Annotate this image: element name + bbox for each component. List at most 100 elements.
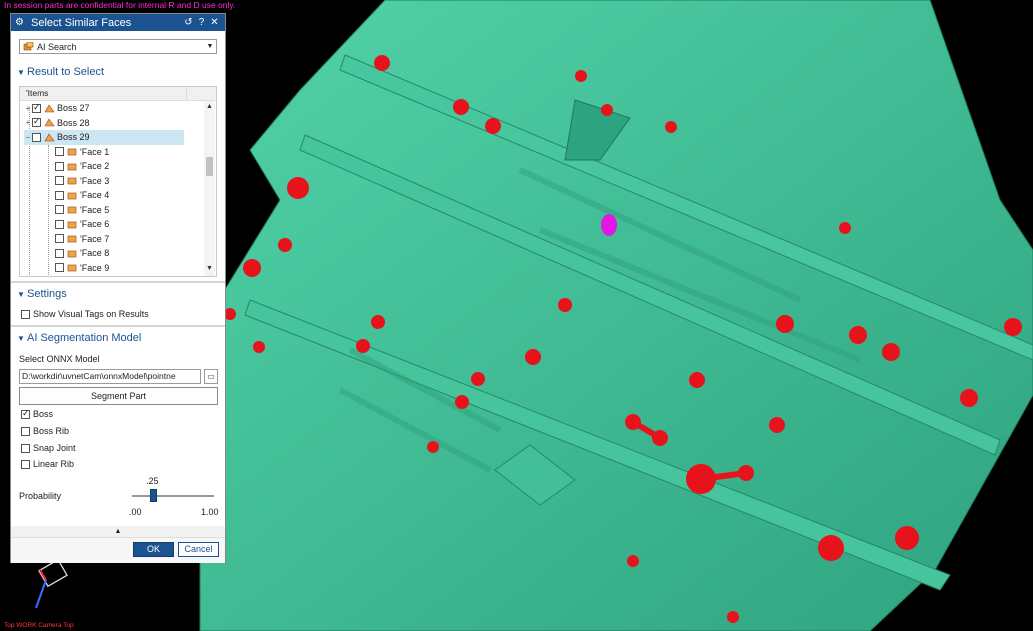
reset-icon[interactable]: ↺ <box>182 17 195 28</box>
boss-marker[interactable] <box>1004 318 1022 336</box>
more-options-bar[interactable]: ▲ <box>11 526 225 537</box>
tree-scrollbar[interactable]: ▲ ▼ <box>204 101 215 276</box>
tree-row-label: 'Face 6 <box>80 219 110 230</box>
boss-marker[interactable] <box>253 341 265 353</box>
boss-marker[interactable] <box>882 343 900 361</box>
collapse-icon[interactable]: ▼ <box>15 290 27 299</box>
checkbox[interactable] <box>55 219 64 229</box>
tree-row-face-7[interactable]: 'Face 7 <box>55 232 109 247</box>
collapse-icon[interactable]: − <box>24 133 32 142</box>
onnx-path-field[interactable]: D:\workdir\uvnetCam\onnxModel\pointne <box>19 369 201 384</box>
boss-marker[interactable] <box>575 70 587 82</box>
boss-marker[interactable] <box>727 611 739 623</box>
boss-marker[interactable] <box>769 417 785 433</box>
checkbox[interactable] <box>32 116 41 128</box>
class-linear-rib-checkbox[interactable]: Linear Rib <box>21 459 74 469</box>
face-icon <box>67 235 77 243</box>
checkbox[interactable] <box>55 234 64 244</box>
boss-marker[interactable] <box>427 441 439 453</box>
expand-icon[interactable]: + <box>24 104 32 113</box>
tree-row-face-6[interactable]: 'Face 6 <box>55 217 109 232</box>
segmentation-section-header[interactable]: ▼ AI Segmentation Model <box>11 332 225 344</box>
checkbox[interactable] <box>55 161 64 171</box>
result-tree[interactable]: 'Items + Boss 27 + Boss 28 − Boss 29 'Fa… <box>19 86 217 277</box>
tree-row-boss-27[interactable]: + Boss 27 <box>24 101 90 116</box>
gear-icon[interactable]: ⚙ <box>15 17 27 28</box>
tree-row-face-8[interactable]: 'Face 8 <box>55 246 109 261</box>
boss-marker[interactable] <box>471 372 485 386</box>
boss-marker[interactable] <box>960 389 978 407</box>
boss-marker[interactable] <box>278 238 292 252</box>
checkbox[interactable] <box>32 102 41 113</box>
boss-marker[interactable] <box>665 121 677 133</box>
class-snap-joint-checkbox[interactable]: Snap Joint <box>21 443 76 453</box>
class-boss-checkbox[interactable]: Boss <box>21 408 53 419</box>
result-section-title: Result to Select <box>27 66 105 78</box>
boss-marker[interactable] <box>776 315 794 333</box>
boss-marker[interactable] <box>627 555 639 567</box>
class-boss-rib-checkbox[interactable]: Boss Rib <box>21 426 69 436</box>
boss-feature-icon <box>44 118 55 127</box>
settings-section-header[interactable]: ▼ Settings <box>11 288 225 300</box>
tree-row-face-4[interactable]: 'Face 4 <box>55 188 109 203</box>
cancel-button[interactable]: Cancel <box>178 542 219 557</box>
checkbox[interactable] <box>55 147 64 157</box>
selected-boss-face[interactable] <box>601 214 617 236</box>
expand-icon[interactable]: + <box>24 118 32 127</box>
help-icon[interactable]: ? <box>195 17 208 28</box>
boss-marker[interactable] <box>374 55 390 71</box>
checkbox[interactable] <box>55 263 64 273</box>
checkbox[interactable] <box>55 248 64 258</box>
tree-row-boss-29[interactable]: − Boss 29 <box>24 130 184 145</box>
close-icon[interactable]: ✕ <box>208 17 221 28</box>
chevron-down-icon[interactable]: ▼ <box>204 43 216 50</box>
collapse-icon[interactable]: ▼ <box>15 68 27 77</box>
checkbox[interactable] <box>21 459 30 469</box>
scroll-thumb[interactable] <box>206 157 213 176</box>
boss-marker[interactable] <box>849 326 867 344</box>
collapse-icon[interactable]: ▼ <box>15 334 27 343</box>
boss-marker[interactable] <box>455 395 469 409</box>
checkbox[interactable] <box>21 408 30 419</box>
boss-marker[interactable] <box>689 372 705 388</box>
boss-marker[interactable] <box>287 177 309 199</box>
dialog-title: Select Similar Faces <box>31 16 132 29</box>
ok-button[interactable]: OK <box>133 542 174 557</box>
boss-marker[interactable] <box>356 339 370 353</box>
show-visual-tags-checkbox[interactable]: Show Visual Tags on Results <box>21 309 149 319</box>
dialog-titlebar[interactable]: ⚙ Select Similar Faces ↺ ? ✕ <box>11 14 225 31</box>
scroll-up-icon[interactable]: ▲ <box>204 103 215 110</box>
tree-row-boss-28[interactable]: + Boss 28 <box>24 116 90 131</box>
boss-marker[interactable] <box>601 104 613 116</box>
segmentation-section-title: AI Segmentation Model <box>27 332 142 344</box>
checkbox[interactable] <box>55 190 64 200</box>
tree-row-face-1[interactable]: 'Face 1 <box>55 145 109 160</box>
scroll-down-icon[interactable]: ▼ <box>204 265 215 272</box>
boss-marker[interactable] <box>818 535 844 561</box>
boss-marker[interactable] <box>895 526 919 550</box>
tree-row-face-9[interactable]: 'Face 9 <box>55 261 109 276</box>
checkbox[interactable] <box>21 426 30 436</box>
checkbox[interactable] <box>32 132 41 142</box>
checkbox[interactable] <box>55 176 64 186</box>
result-section-header[interactable]: ▼ Result to Select <box>11 66 225 78</box>
boss-marker[interactable] <box>525 349 541 365</box>
checkbox[interactable] <box>55 205 64 215</box>
boss-marker[interactable] <box>371 315 385 329</box>
probability-slider-thumb[interactable] <box>150 489 157 502</box>
boss-marker[interactable] <box>453 99 469 115</box>
chevron-up-icon[interactable]: ▲ <box>115 528 122 535</box>
boss-marker[interactable] <box>243 259 261 277</box>
browse-folder-icon[interactable]: ▭ <box>204 369 218 384</box>
checkbox[interactable] <box>21 443 30 453</box>
tree-row-face-3[interactable]: 'Face 3 <box>55 174 109 189</box>
tree-row-face-5[interactable]: 'Face 5 <box>55 203 109 218</box>
method-dropdown[interactable]: AI Search ▼ <box>19 39 217 54</box>
tree-row-face-2[interactable]: 'Face 2 <box>55 159 109 174</box>
segment-part-button[interactable]: Segment Part <box>19 387 218 405</box>
boss-marker[interactable] <box>839 222 851 234</box>
boss-marker[interactable] <box>558 298 572 312</box>
boss-marker[interactable] <box>485 118 501 134</box>
checkbox[interactable] <box>21 309 30 319</box>
probability-slider-track[interactable] <box>132 495 214 497</box>
